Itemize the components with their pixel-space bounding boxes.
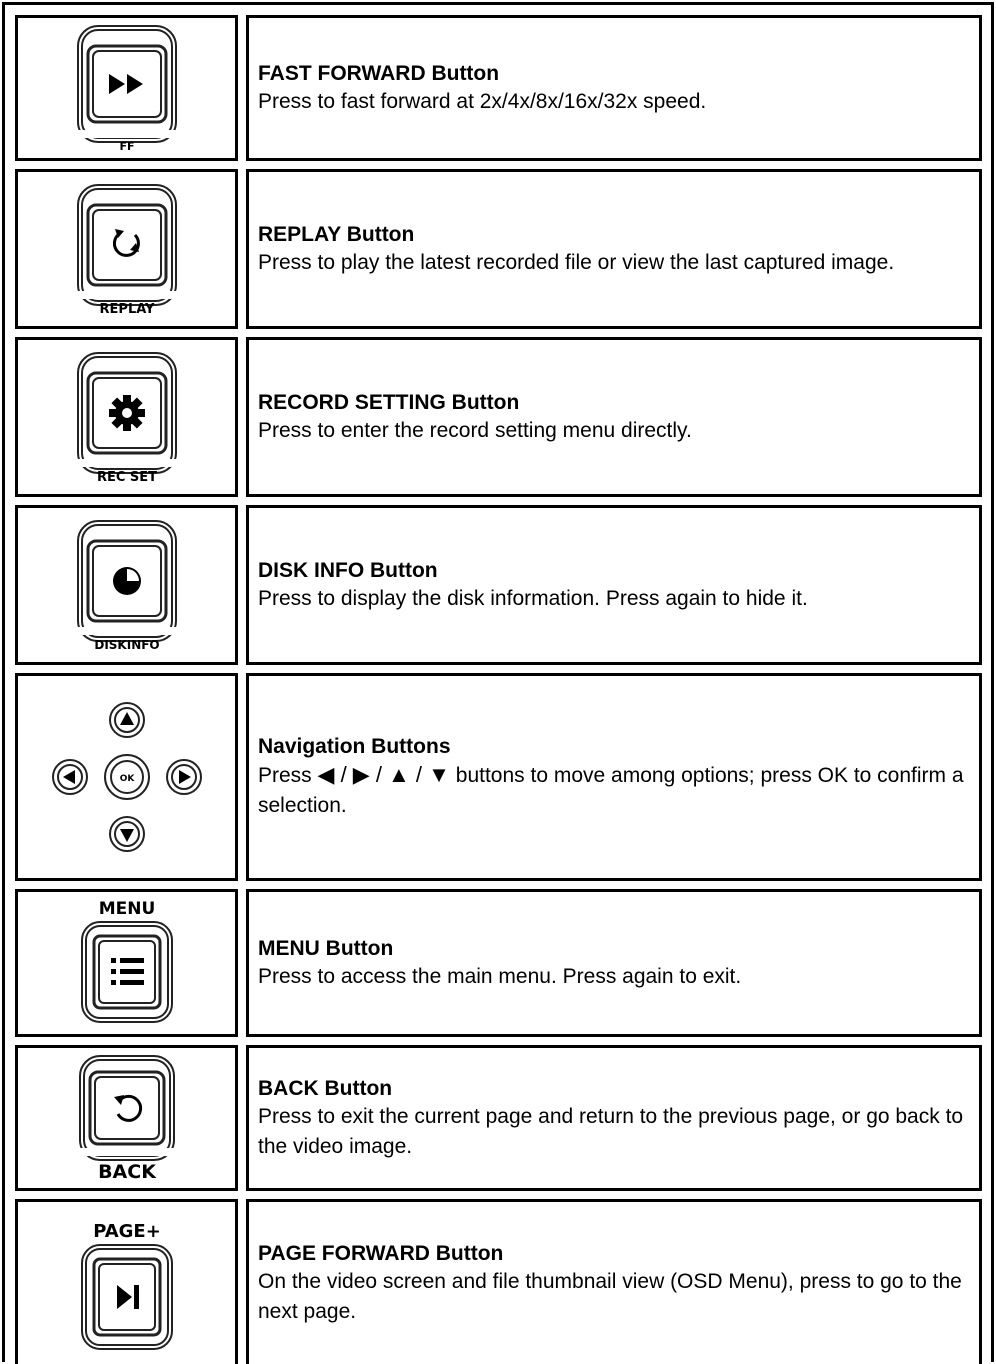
icon-label: OK [119, 774, 135, 784]
text-cell: MENU Button Press to access the main men… [246, 889, 982, 1037]
fast-forward-icon: FF [76, 25, 177, 153]
text-cell: DISK INFO Button Press to display the di… [246, 505, 982, 665]
row-description: Press to fast forward at 2x/4x/8x/16x/32… [258, 89, 707, 113]
text-cell: FAST FORWARD Button Press to fast forwar… [246, 15, 982, 161]
row-description: Press ◀ / ▶ / ▲ / ▼ buttons to move amon… [258, 760, 969, 821]
icon-label: REC SET [96, 470, 156, 485]
row-title: PAGE FORWARD Button [258, 1241, 504, 1265]
row-title: Navigation Buttons [258, 735, 451, 758]
icon-label: BACK [98, 1161, 157, 1183]
back-arrow-icon: BACK [78, 1055, 175, 1183]
icon-cell: BACK [15, 1045, 238, 1191]
arrow-symbols: ◀ / ▶ / ▲ / ▼ [317, 762, 450, 787]
row-description: Press to access the main menu. Press aga… [258, 964, 742, 988]
nav-up-icon [108, 702, 145, 738]
icon-cell: MENU [15, 889, 238, 1037]
icon-cell: REC SET [15, 337, 238, 497]
icon-label: REPLAY [99, 302, 155, 317]
icon-cell: PAGE+ [15, 1199, 238, 1364]
icon-label: MENU [98, 899, 155, 919]
row-title: DISK INFO Button [258, 558, 438, 582]
row-description: Press to play the latest recorded file o… [258, 250, 895, 274]
replay-icon: REPLAY [76, 184, 177, 317]
text-cell: RECORD SETTING Button Press to enter the… [246, 337, 982, 497]
row-description: Press to exit the current page and retur… [258, 1104, 964, 1158]
text-cell: PAGE FORWARD Button On the video screen … [246, 1199, 982, 1364]
navigation-pad-icon: OK [51, 702, 202, 852]
text-cell: BACK Button Press to exit the current pa… [246, 1045, 982, 1191]
icon-label: FF [119, 140, 134, 153]
row-title: REPLAY Button [258, 222, 415, 246]
text-cell: Navigation Buttons Press ◀ / ▶ / ▲ / ▼ b… [246, 673, 982, 881]
icon-cell: FF [15, 15, 238, 161]
icon-label: PAGE+ [93, 1221, 161, 1242]
icon-cell: DISKINFO [15, 505, 238, 665]
icon-cell: REPLAY [15, 169, 238, 329]
row-title: BACK Button [258, 1076, 393, 1100]
nav-left-icon [51, 759, 88, 795]
row-description: Press to enter the record setting menu d… [258, 418, 692, 442]
nav-right-icon [165, 759, 202, 795]
pie-chart-icon: DISKINFO [76, 520, 177, 652]
row-description: Press to display the disk information. P… [258, 586, 808, 610]
gear-icon: REC SET [76, 352, 177, 485]
skip-next-icon: PAGE+ [80, 1221, 173, 1350]
row-title: RECORD SETTING Button [258, 390, 520, 414]
desc-prefix: Press [258, 764, 312, 787]
menu-list-icon: MENU [80, 899, 173, 1023]
row-description: On the video screen and file thumbnail v… [258, 1269, 962, 1323]
row-title: MENU Button [258, 936, 394, 960]
row-title: FAST FORWARD Button [258, 61, 500, 85]
nav-ok-icon: OK [103, 754, 150, 800]
icon-label: DISKINFO [94, 638, 159, 652]
nav-down-icon [108, 816, 145, 852]
icon-cell: OK [15, 673, 238, 881]
text-cell: REPLAY Button Press to play the latest r… [246, 169, 982, 329]
